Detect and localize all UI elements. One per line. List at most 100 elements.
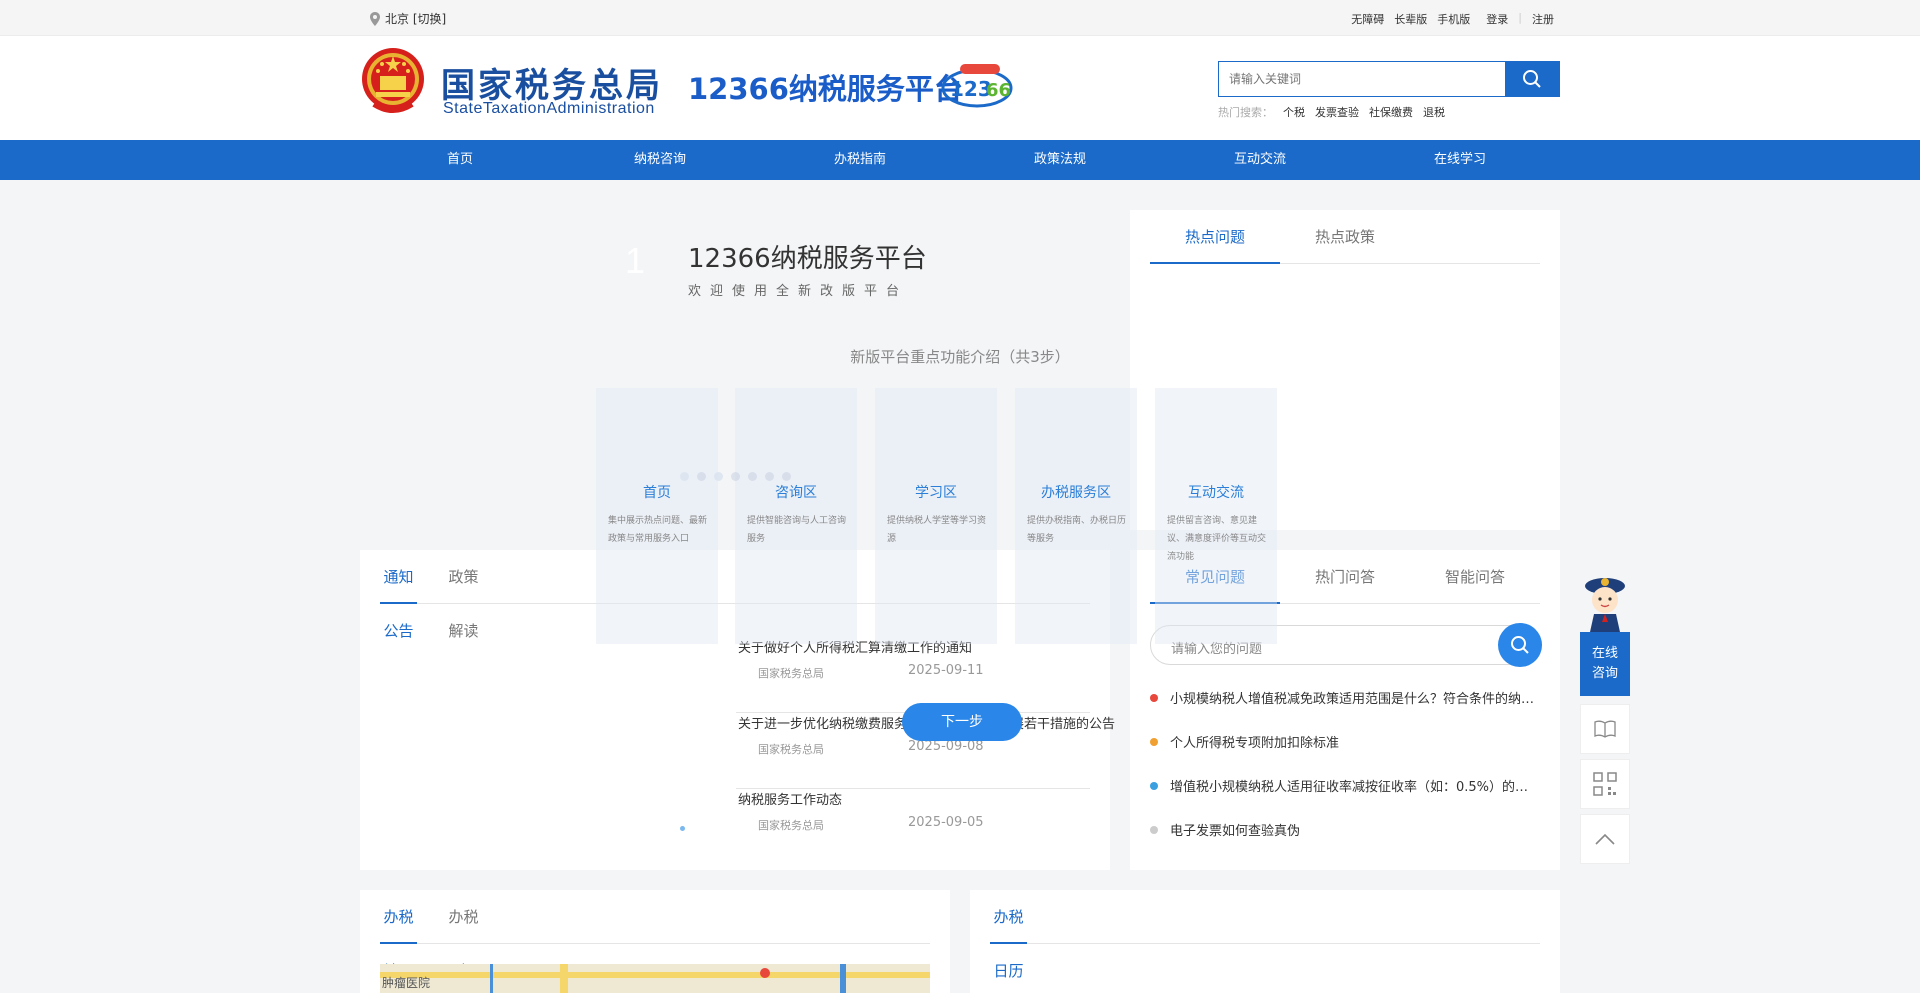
online-consult-button[interactable]: 在线 咨询	[1580, 632, 1630, 696]
top-links: 无障碍 长辈版 手机版 登录 | 注册	[1351, 11, 1554, 27]
tour-feature-desc: 提供办税指南、办税日历等服务	[1027, 516, 1127, 544]
back-to-top-button[interactable]	[1580, 814, 1630, 864]
link-elder-version[interactable]: 长辈版	[1394, 11, 1427, 27]
site-header: 国家税务总局 StateTaxationAdministration 12366…	[0, 36, 1920, 140]
hot-term[interactable]: 个税	[1283, 104, 1305, 120]
hot-term[interactable]: 社保缴费	[1369, 104, 1413, 120]
nav-item-learning[interactable]: 在线学习	[1360, 140, 1560, 180]
search-input[interactable]	[1219, 62, 1505, 96]
map-marker[interactable]	[760, 968, 770, 978]
qrcode-button[interactable]	[1580, 759, 1630, 809]
tour-tip: 新版平台重点功能介绍（共3步）	[850, 348, 1070, 366]
tax-officer-mascot-icon[interactable]	[1582, 572, 1628, 632]
tour-feature-title: 咨询区	[775, 485, 817, 501]
tour-pagination	[680, 472, 791, 481]
search-icon	[1523, 70, 1541, 88]
hot-search: 热门搜索： 个税 发票查验 社保缴费 退税	[1218, 104, 1445, 120]
login-link[interactable]: 登录	[1486, 11, 1508, 27]
hot-topics-tabs: 热点问题 热点政策	[1150, 210, 1540, 264]
tour-dot[interactable]	[731, 472, 740, 481]
tour-feature-title: 互动交流	[1188, 485, 1244, 501]
tab-tax-map[interactable]: 办税地图	[380, 890, 417, 980]
carousel-dot[interactable]	[680, 826, 685, 831]
tour-dot[interactable]	[697, 472, 706, 481]
news-title[interactable]: 纳税服务工作动态	[738, 789, 842, 808]
qa-item[interactable]: 个人所得税专项附加扣除标准	[1150, 732, 1339, 751]
tour-step-number: 1	[625, 240, 646, 281]
map-tabs: 办税地图 办税点	[380, 890, 930, 980]
consult-label: 咨询	[1591, 666, 1618, 681]
hot-term[interactable]: 发票查验	[1315, 104, 1359, 120]
tab-tax-calendar[interactable]: 办税日历	[990, 890, 1027, 980]
news-date: 2025-09-08	[908, 739, 984, 754]
qa-search-button[interactable]	[1498, 623, 1542, 667]
tour-feature-desc: 提供留言咨询、意见建议、满意度评价等互动交流功能	[1167, 516, 1267, 562]
location-switcher[interactable]: 北京 [切换]	[369, 10, 446, 27]
bullet-dot	[1150, 737, 1158, 746]
location-pin-icon	[370, 11, 380, 26]
news-item[interactable]: 纳税服务工作动态 国家税务总局 2025-09-05	[736, 789, 1090, 865]
hot-search-label: 热门搜索：	[1218, 106, 1273, 119]
qa-item-text[interactable]: 电子发票如何查验真伪	[1170, 820, 1300, 839]
national-emblem-icon[interactable]	[360, 46, 426, 116]
tab-hot-qa[interactable]: 热门问答	[1280, 550, 1410, 603]
tab-smart-qa[interactable]: 智能问答	[1410, 550, 1540, 603]
chevron-up-icon	[1595, 833, 1615, 845]
bullet-dot	[1150, 781, 1158, 790]
nav-item-interaction[interactable]: 互动交流	[1160, 140, 1360, 180]
news-date: 2025-09-05	[908, 815, 984, 830]
tour-feature-card[interactable]: 首页 集中展示热点问题、最新政策与常用服务入口	[596, 388, 718, 644]
tab-policy-interpretation[interactable]: 政策解读	[445, 550, 482, 640]
qa-item-text[interactable]: 小规模纳税人增值税减免政策适用范围是什么？符合条件的纳税人如何享受相关优惠？8月…	[1170, 688, 1540, 707]
qa-item[interactable]: 增值税小规模纳税人适用征收率减按征收率（如：0.5%）的具体规定和开具发票要求是…	[1150, 776, 1540, 795]
nav-item-home[interactable]: 首页	[360, 140, 560, 180]
tour-feature-card[interactable]: 互动交流 提供留言咨询、意见建议、满意度评价等互动交流功能	[1155, 388, 1277, 644]
calendar-tabs: 办税日历	[990, 890, 1540, 980]
tour-feature-card[interactable]: 咨询区 提供智能咨询与人工咨询服务	[735, 388, 857, 644]
tour-dot[interactable]	[714, 472, 723, 481]
svg-text:66: 66	[986, 80, 1011, 101]
map-card: 办税地图 办税点 肿瘤医院	[360, 890, 950, 993]
news-source: 国家税务总局	[758, 743, 824, 756]
bullet-dot	[1150, 825, 1158, 834]
tour-feature-card[interactable]: 学习区 提供纳税人学堂等学习资源	[875, 388, 997, 644]
nav-item-consult[interactable]: 纳税咨询	[560, 140, 760, 180]
tour-dot[interactable]	[765, 472, 774, 481]
tab-hot-questions[interactable]: 热点问题	[1150, 210, 1280, 264]
link-mobile-version[interactable]: 手机版	[1437, 11, 1470, 27]
bullet-dot	[1150, 693, 1158, 702]
news-item[interactable]: 关于做好个人所得税汇算清缴工作的通知 国家税务总局 2025-09-11	[736, 637, 1090, 713]
nav-item-policy[interactable]: 政策法规	[960, 140, 1160, 180]
tour-title: 12366纳税服务平台	[688, 244, 927, 274]
tab-tax-office[interactable]: 办税点	[445, 890, 482, 980]
qa-item[interactable]: 电子发票如何查验真伪	[1150, 820, 1300, 839]
tour-feature-card[interactable]: 办税服务区 提供办税指南、办税日历等服务	[1015, 388, 1137, 644]
tax-map[interactable]: 肿瘤医院	[380, 964, 930, 993]
qrcode-icon	[1593, 772, 1617, 796]
tab-notices[interactable]: 通知公告	[380, 550, 417, 640]
tour-feature-desc: 提供智能咨询与人工咨询服务	[747, 516, 847, 544]
news-date: 2025-09-11	[908, 663, 984, 678]
search-icon	[1511, 636, 1529, 654]
register-link[interactable]: 注册	[1532, 11, 1554, 27]
news-source: 国家税务总局	[758, 667, 824, 680]
tab-hot-policies[interactable]: 热点政策	[1280, 210, 1410, 263]
book-icon	[1594, 720, 1616, 738]
tour-dot[interactable]	[782, 472, 791, 481]
tour-dot[interactable]	[748, 472, 757, 481]
tour-dot[interactable]	[680, 472, 689, 481]
hot-term[interactable]: 退税	[1423, 104, 1445, 120]
link-accessibility[interactable]: 无障碍	[1351, 11, 1384, 27]
guide-book-button[interactable]	[1580, 704, 1630, 754]
main-nav: 首页 纳税咨询 办税指南 政策法规 互动交流 在线学习	[0, 140, 1920, 180]
12366-logo-icon: 123 66	[941, 64, 1013, 108]
tour-next-button[interactable]: 下一步	[902, 703, 1022, 741]
qa-item-text[interactable]: 个人所得税专项附加扣除标准	[1170, 732, 1339, 751]
tour-feature-desc: 集中展示热点问题、最新政策与常用服务入口	[608, 516, 708, 544]
search-button[interactable]	[1505, 62, 1559, 96]
nav-item-guide[interactable]: 办税指南	[760, 140, 960, 180]
tour-feature-desc: 提供纳税人学堂等学习资源	[887, 516, 987, 544]
qa-item-text[interactable]: 增值税小规模纳税人适用征收率减按征收率（如：0.5%）的具体规定和开具发票要求是…	[1170, 776, 1540, 795]
qa-item[interactable]: 小规模纳税人增值税减免政策适用范围是什么？符合条件的纳税人如何享受相关优惠？8月…	[1150, 688, 1540, 707]
site-search	[1218, 61, 1560, 97]
